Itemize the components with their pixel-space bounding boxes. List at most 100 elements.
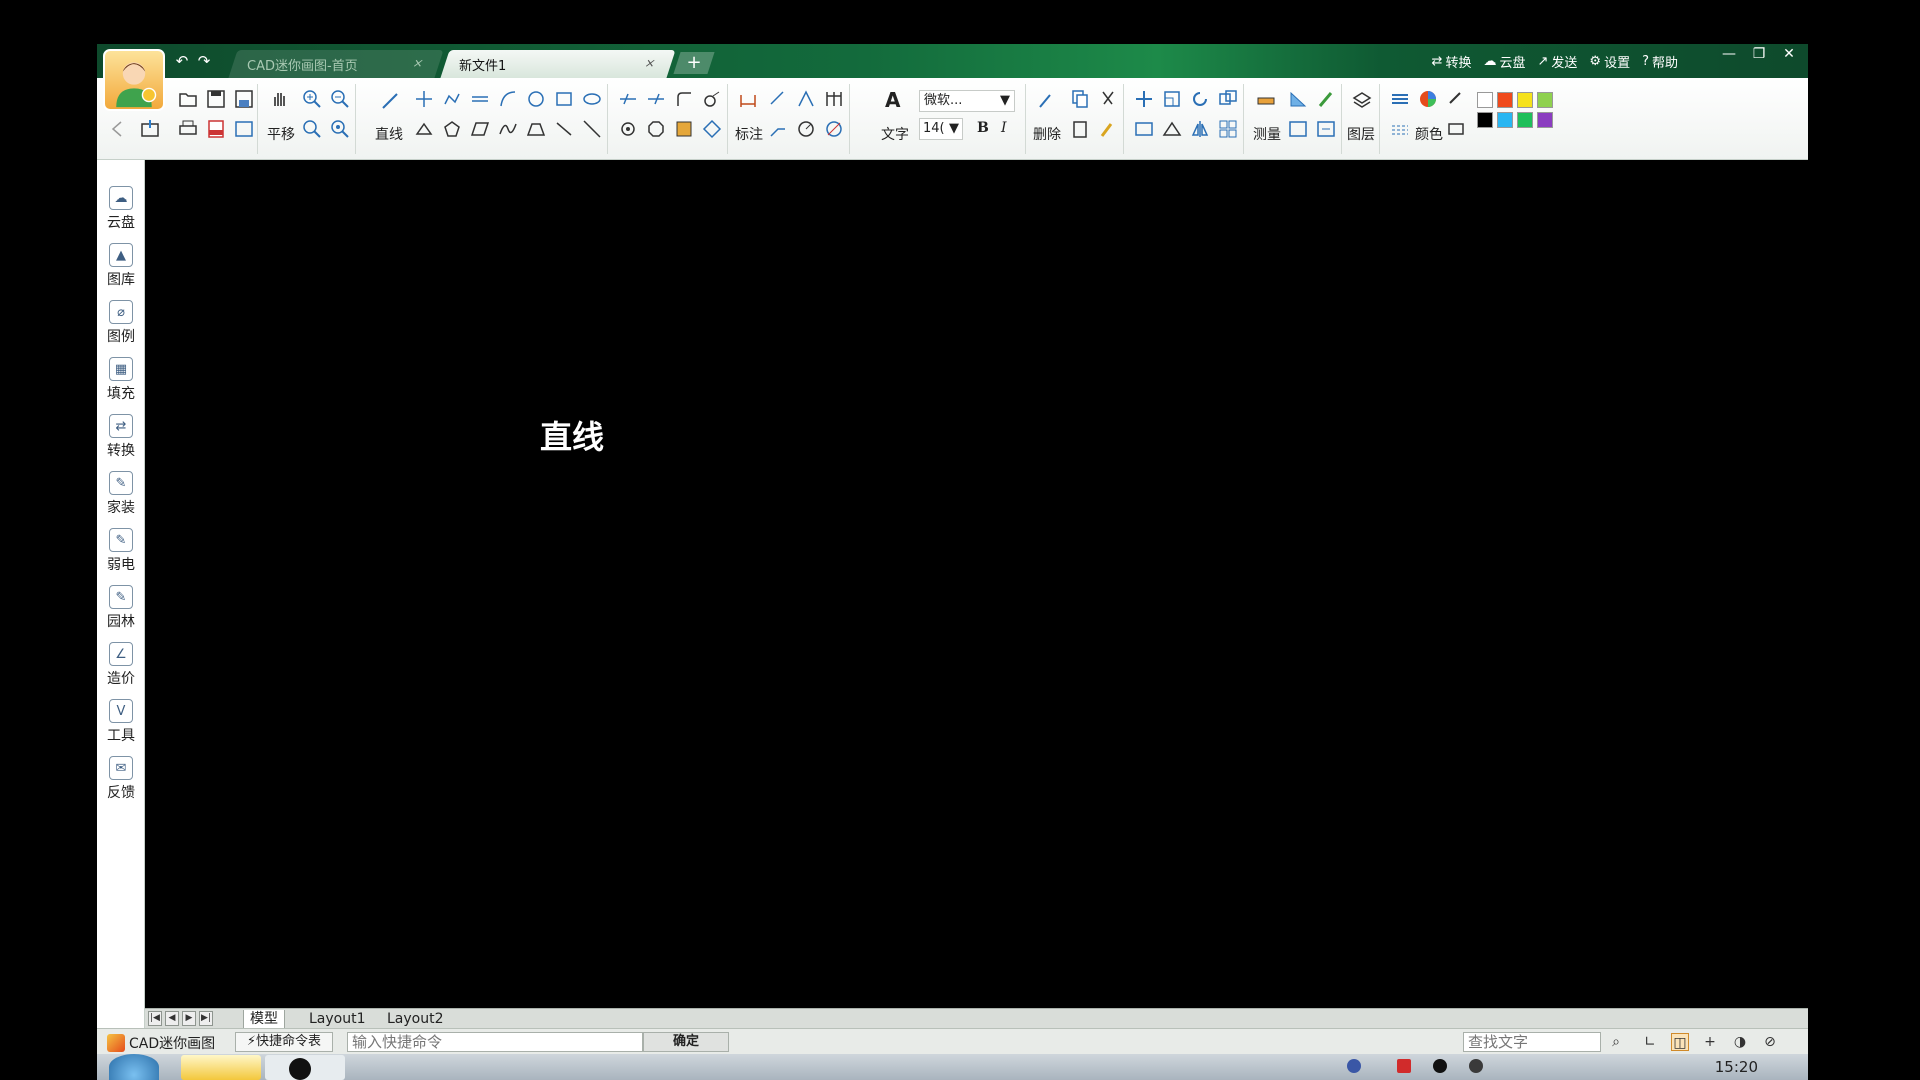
angle-dim-icon[interactable] [795, 88, 817, 110]
tab-layout2[interactable]: Layout2 [381, 1010, 450, 1029]
drawing-canvas[interactable]: 直线 [145, 160, 1808, 1008]
explode-icon[interactable] [701, 118, 723, 140]
spline-icon[interactable] [497, 118, 519, 140]
taskbar-cad-app[interactable] [181, 1055, 261, 1080]
next-layout-icon[interactable]: ▶ [182, 1011, 196, 1026]
parallelogram-icon[interactable] [469, 118, 491, 140]
bold-button[interactable]: B [977, 120, 989, 136]
tray-icon[interactable] [1397, 1059, 1411, 1073]
rotate-icon[interactable] [1189, 88, 1211, 110]
arc-icon[interactable] [497, 88, 519, 110]
menu-send[interactable]: ↗ 发送 [1537, 52, 1577, 71]
diameter-dim-icon[interactable] [823, 118, 845, 140]
delete-label[interactable]: 删除 [1033, 124, 1061, 144]
zoom-out-icon[interactable] [329, 88, 351, 110]
tab-model[interactable]: 模型 [243, 1010, 285, 1029]
prev-layout-icon[interactable]: ◀ [165, 1011, 179, 1026]
search-icon[interactable]: ⌕ [1607, 1033, 1625, 1051]
ellipse-icon[interactable] [581, 88, 603, 110]
redo-icon[interactable]: ↷ [195, 52, 213, 70]
save-icon[interactable] [205, 88, 227, 110]
font-family-select[interactable]: 微软... ▼ [919, 90, 1015, 112]
system-clock[interactable]: 15:20 [1715, 1058, 1758, 1076]
menu-settings[interactable]: ⚙ 设置 [1589, 52, 1630, 71]
gear-shape-icon[interactable] [617, 118, 639, 140]
color-swatch-red[interactable] [1497, 92, 1513, 108]
tray-icon[interactable] [1469, 1059, 1483, 1073]
sidebar-item-garden[interactable]: ✎ 园林 [97, 581, 145, 637]
sidebar-item-hatch[interactable]: ▦ 填充 [97, 353, 145, 409]
sidebar-item-feedback[interactable]: ✉ 反馈 [97, 752, 145, 808]
insert-block-icon[interactable] [1315, 118, 1337, 140]
octagon-icon[interactable] [645, 118, 667, 140]
block-icon[interactable] [673, 118, 695, 140]
command-input[interactable] [347, 1032, 643, 1052]
color-swatch-white[interactable] [1477, 92, 1493, 108]
layers-icon[interactable] [1351, 90, 1373, 112]
font-size-select[interactable]: 14(▼ [919, 118, 963, 140]
dimension-icon[interactable] [737, 90, 759, 112]
user-avatar[interactable] [103, 49, 165, 111]
leader-icon[interactable] [767, 118, 789, 140]
eraser-icon[interactable] [1035, 90, 1057, 112]
add-tab-button[interactable]: + [673, 52, 715, 74]
italic-button[interactable]: I [1001, 120, 1007, 136]
ray-icon[interactable] [553, 118, 575, 140]
tray-icon[interactable] [1347, 1059, 1361, 1073]
insert-image-icon[interactable] [1287, 118, 1309, 140]
mirror-icon[interactable] [1189, 118, 1211, 140]
sidebar-item-legend[interactable]: ⌀ 图例 [97, 296, 145, 352]
double-line-icon[interactable] [469, 88, 491, 110]
pdf-icon[interactable] [205, 118, 227, 140]
linetype-icon[interactable] [1389, 118, 1411, 140]
lineweight-icon[interactable] [1389, 88, 1411, 110]
fillet-icon[interactable] [673, 88, 695, 110]
cut-icon[interactable] [1097, 88, 1119, 110]
trim-icon[interactable] [617, 88, 639, 110]
tab-home[interactable]: CAD迷你画图-首页 × [228, 50, 444, 78]
paste-icon[interactable] [1069, 118, 1091, 140]
snap-icon[interactable]: ◫ [1671, 1033, 1689, 1051]
trapezoid-icon[interactable] [525, 118, 547, 140]
tray-icon[interactable] [1433, 1059, 1447, 1073]
color-toggle-icon[interactable]: ◑ [1731, 1033, 1749, 1051]
text-label[interactable]: 文字 [881, 124, 909, 144]
confirm-button[interactable]: 确定 [643, 1032, 729, 1052]
save-as-icon[interactable] [233, 88, 255, 110]
export-image-icon[interactable] [233, 118, 255, 140]
zoom-window-icon[interactable] [301, 118, 323, 140]
offset-icon[interactable] [1217, 88, 1239, 110]
pen-icon[interactable] [1315, 88, 1337, 110]
crosshair-icon[interactable] [413, 88, 435, 110]
array-icon[interactable] [1217, 118, 1239, 140]
sidebar-item-low-voltage[interactable]: ✎ 弱电 [97, 524, 145, 580]
tab-layout1[interactable]: Layout1 [303, 1010, 372, 1029]
measure-label[interactable]: 测量 [1253, 124, 1281, 144]
rectangle-icon[interactable] [553, 88, 575, 110]
start-button[interactable] [109, 1054, 159, 1080]
radius-dim-icon[interactable] [795, 118, 817, 140]
find-text-input[interactable] [1463, 1032, 1601, 1052]
xline-icon[interactable] [581, 118, 603, 140]
link-toggle-icon[interactable]: ⊘ [1761, 1033, 1779, 1051]
restore-button[interactable]: ❐ [1750, 46, 1768, 62]
chamfer-icon[interactable] [701, 88, 723, 110]
color-swatch-cyan[interactable] [1497, 112, 1513, 128]
sidebar-item-cloud[interactable]: ☁ 云盘 [97, 182, 145, 238]
close-window-button[interactable]: ✕ [1780, 46, 1798, 62]
line-label[interactable]: 直线 [375, 124, 403, 144]
text-icon[interactable]: A [885, 88, 900, 112]
zoom-in-icon[interactable] [301, 88, 323, 110]
zoom-extents-icon[interactable] [329, 118, 351, 140]
aligned-dim-icon[interactable] [767, 88, 789, 110]
layer-label[interactable]: 图层 [1347, 124, 1375, 144]
last-layout-icon[interactable]: ▶| [199, 1011, 213, 1026]
triangle-icon[interactable] [413, 118, 435, 140]
prev-icon[interactable] [107, 118, 129, 140]
polygon-icon[interactable] [441, 118, 463, 140]
taskbar-recorder-app[interactable] [265, 1055, 345, 1080]
link-icon[interactable] [1445, 88, 1467, 110]
import-icon[interactable] [139, 118, 161, 140]
shortcut-table-button[interactable]: ⚡快捷命令表 [235, 1032, 333, 1052]
stretch-icon[interactable] [1133, 118, 1155, 140]
